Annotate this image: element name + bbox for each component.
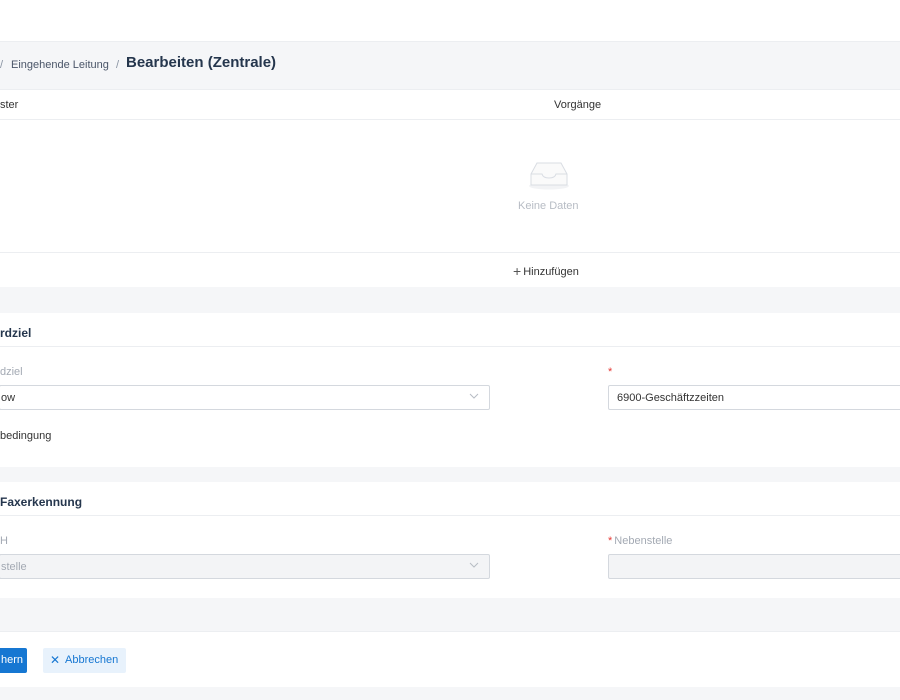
rules-table: ster Vorgänge Keine Daten + Hinzufügen: [0, 90, 900, 287]
target-select-value: ow: [1, 392, 16, 404]
extension-select[interactable]: [608, 554, 900, 579]
card-header: rdziel: [0, 313, 900, 347]
close-icon: ✕: [50, 653, 61, 667]
fax-target-select-value: stelle: [1, 561, 27, 573]
save-button-label: hern: [0, 654, 23, 666]
empty-state-text: Keine Daten: [518, 200, 579, 212]
plus-icon: +: [513, 263, 522, 279]
breadcrumb-separator: /: [116, 59, 120, 71]
add-rule-button[interactable]: + Hinzufügen: [513, 263, 579, 279]
breadcrumb-separator: /: [0, 59, 4, 71]
breadcrumb-parent[interactable]: Eingehende Leitung: [11, 59, 109, 71]
card-title: Faxerkennung: [0, 495, 83, 509]
add-rule-label: Hinzufügen: [523, 266, 579, 278]
card-title: rdziel: [0, 326, 32, 340]
chevron-down-icon: [469, 393, 479, 399]
timeplan-required-mark: *: [608, 366, 613, 378]
target-select[interactable]: ow: [0, 385, 490, 410]
fax-target-label: H: [0, 535, 8, 547]
breadcrumb: / Eingehende Leitung / Bearbeiten (Zentr…: [0, 41, 900, 90]
target-label: dziel: [0, 366, 23, 378]
form-footer: hern ✕ Abbrechen: [0, 631, 900, 687]
fax-target-select[interactable]: stelle: [0, 554, 490, 579]
add-row: + Hinzufügen: [0, 252, 900, 287]
chevron-down-icon: [469, 562, 479, 568]
page-title: Bearbeiten (Zentrale): [126, 54, 277, 71]
column-header-actions: Vorgänge: [554, 99, 602, 111]
column-header-pattern: ster: [0, 99, 19, 111]
inbox-icon: [529, 162, 569, 190]
save-button[interactable]: hern: [0, 648, 27, 673]
timeplan-select-value: 6900-Geschäftzzeiten: [617, 392, 725, 404]
fax-detection-card: Faxerkennung H stelle * Nebenstelle: [0, 482, 900, 598]
top-bar: [0, 0, 900, 41]
extension-label: * Nebenstelle: [608, 535, 673, 547]
timeplan-select[interactable]: 6900-Geschäftzzeiten: [608, 385, 900, 410]
standard-target-card: rdziel dziel ow * 6900-Geschäftzzeiten b…: [0, 313, 900, 467]
condition-label[interactable]: bedingung: [0, 430, 51, 442]
table-header-row: ster Vorgänge: [0, 90, 900, 120]
cancel-button-label: Abbrechen: [65, 654, 119, 666]
cancel-button[interactable]: ✕ Abbrechen: [43, 648, 126, 673]
card-header: Faxerkennung: [0, 482, 900, 516]
